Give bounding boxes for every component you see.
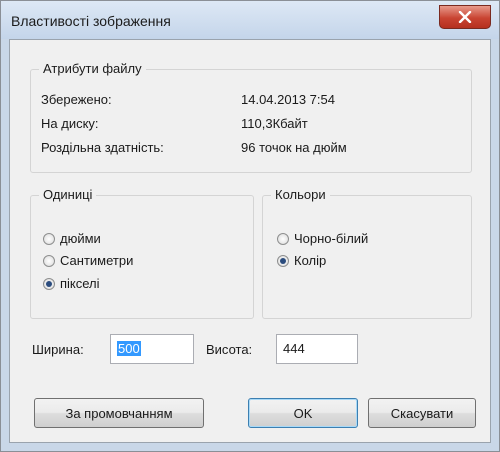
height-label: Висота:	[206, 342, 253, 357]
colors-option-color[interactable]: Колір	[277, 253, 326, 268]
resolution-label: Роздільна здатність:	[41, 140, 164, 155]
resolution-value: 96 точок на дюйм	[241, 140, 347, 155]
saved-label: Збережено:	[41, 92, 112, 107]
width-input-value: 500	[117, 341, 141, 356]
dialog-body: Атрибути файлу Збережено: 14.04.2013 7:5…	[9, 39, 491, 443]
default-button[interactable]: За промовчанням	[34, 398, 204, 428]
cancel-button[interactable]: Скасувати	[368, 398, 476, 428]
width-label: Ширина:	[32, 342, 84, 357]
dialog-window: Властивості зображення Атрибути файлу Зб…	[0, 0, 500, 452]
radio-button-selected[interactable]	[43, 277, 55, 290]
radio-button[interactable]	[277, 232, 289, 245]
radio-button[interactable]	[43, 232, 55, 245]
saved-value: 14.04.2013 7:54	[241, 92, 335, 107]
colors-option-label: Чорно-білий	[294, 231, 369, 246]
units-option-pixels[interactable]: пікселі	[43, 276, 100, 291]
radio-button[interactable]	[43, 254, 55, 267]
title-bar[interactable]: Властивості зображення	[1, 1, 499, 39]
file-attributes-group: Атрибути файлу Збережено: 14.04.2013 7:5…	[30, 61, 472, 173]
height-input[interactable]: 444	[276, 334, 358, 364]
colors-group: Кольори Чорно-білий Колір	[262, 187, 472, 319]
units-option-inches[interactable]: дюйми	[43, 231, 101, 246]
window-title: Властивості зображення	[11, 13, 171, 29]
file-attributes-legend: Атрибути файлу	[39, 61, 146, 76]
colors-legend: Кольори	[271, 187, 330, 202]
units-group: Одиниці дюйми Сантиметри пікселі	[30, 187, 254, 319]
close-button[interactable]	[439, 5, 491, 29]
close-icon	[458, 11, 472, 23]
units-legend: Одиниці	[39, 187, 97, 202]
units-option-label: дюйми	[60, 231, 101, 246]
on-disk-label: На диску:	[41, 116, 99, 131]
colors-option-bw[interactable]: Чорно-білий	[277, 231, 368, 246]
on-disk-value: 110,3Кбайт	[241, 116, 308, 131]
colors-option-label: Колір	[294, 253, 327, 268]
width-input[interactable]: 500	[110, 334, 194, 364]
units-option-label: пікселі	[60, 276, 100, 291]
radio-button-selected[interactable]	[277, 254, 289, 267]
units-option-centimeters[interactable]: Сантиметри	[43, 253, 133, 268]
height-input-value: 444	[283, 341, 305, 356]
ok-button[interactable]: OK	[248, 398, 358, 428]
units-option-label: Сантиметри	[60, 253, 134, 268]
